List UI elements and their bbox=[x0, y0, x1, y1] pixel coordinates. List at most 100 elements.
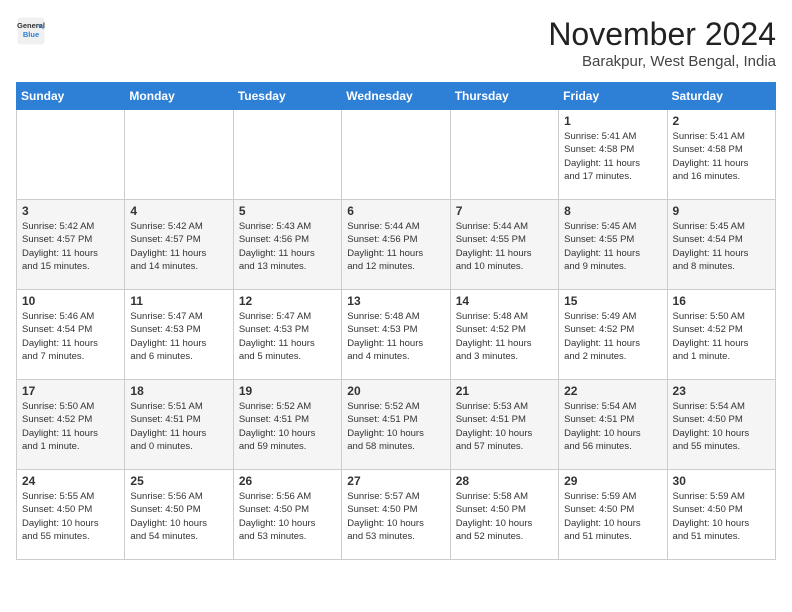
day-number: 2 bbox=[673, 114, 770, 128]
cell-content: Sunrise: 5:52 AMSunset: 4:51 PMDaylight:… bbox=[347, 400, 444, 453]
day-number: 5 bbox=[239, 204, 336, 218]
cell-content: Sunrise: 5:50 AMSunset: 4:52 PMDaylight:… bbox=[22, 400, 119, 453]
day-number: 24 bbox=[22, 474, 119, 488]
calendar-cell: 4Sunrise: 5:42 AMSunset: 4:57 PMDaylight… bbox=[125, 200, 233, 290]
calendar-cell: 14 Sunrise: 5:48 AMSunset: 4:52 PMDayligh… bbox=[450, 290, 558, 380]
calendar-cell: 13Sunrise: 5:48 AMSunset: 4:53 PMDayligh… bbox=[342, 290, 450, 380]
day-number: 17 bbox=[22, 384, 119, 398]
cell-content: Sunrise: 5:50 AMSunset: 4:52 PMDaylight:… bbox=[673, 310, 770, 363]
calendar-cell: 25 Sunrise: 5:56 AMSunset: 4:50 PMDayligh… bbox=[125, 470, 233, 560]
cell-content: Sunrise: 5:51 AMSunset: 4:51 PMDaylight:… bbox=[130, 400, 227, 453]
cell-content: Sunrise: 5:41 AMSunset: 4:58 PMDaylight:… bbox=[564, 130, 661, 183]
cell-content: Sunrise: 5:45 AMSunset: 4:54 PMDaylight:… bbox=[673, 220, 770, 273]
cell-content: Sunrise: 5:52 AMSunset: 4:51 PMDaylight:… bbox=[239, 400, 336, 453]
title-area: November 2024 Barakpur, West Bengal, Ind… bbox=[548, 16, 776, 70]
cell-content: Sunrise: 5:44 AMSunset: 4:56 PMDaylight:… bbox=[347, 220, 444, 273]
calendar-cell: 16 Sunrise: 5:50 AMSunset: 4:52 PMDayligh… bbox=[667, 290, 775, 380]
cell-content: Sunrise: 5:57 AMSunset: 4:50 PMDaylight:… bbox=[347, 490, 444, 543]
day-number: 7 bbox=[456, 204, 553, 218]
calendar-cell: 23Sunrise: 5:54 AMSunset: 4:50 PMDayligh… bbox=[667, 380, 775, 470]
calendar-table: SundayMondayTuesdayWednesdayThursdayFrid… bbox=[16, 82, 776, 560]
day-number: 1 bbox=[564, 114, 661, 128]
cell-content: Sunrise: 5:54 AMSunset: 4:50 PMDaylight:… bbox=[673, 400, 770, 453]
location: Barakpur, West Bengal, India bbox=[548, 53, 776, 70]
day-number: 19 bbox=[239, 384, 336, 398]
cell-content: Sunrise: 5:41 AMSunset: 4:58 PMDaylight:… bbox=[673, 130, 770, 183]
header: General Blue November 2024 Barakpur, Wes… bbox=[16, 16, 776, 70]
calendar-cell: 28Sunrise: 5:58 AMSunset: 4:50 PMDayligh… bbox=[450, 470, 558, 560]
month-title: November 2024 bbox=[548, 16, 776, 53]
cell-content: Sunrise: 5:42 AMSunset: 4:57 PMDaylight:… bbox=[22, 220, 119, 273]
cell-content: Sunrise: 5:56 AMSunset: 4:50 PMDaylight:… bbox=[239, 490, 336, 543]
cell-content: Sunrise: 5:49 AMSunset: 4:52 PMDaylight:… bbox=[564, 310, 661, 363]
day-number: 26 bbox=[239, 474, 336, 488]
day-number: 13 bbox=[347, 294, 444, 308]
day-number: 18 bbox=[130, 384, 227, 398]
calendar-cell: 7Sunrise: 5:44 AMSunset: 4:55 PMDaylight… bbox=[450, 200, 558, 290]
day-number: 25 bbox=[130, 474, 227, 488]
calendar-cell: 20 Sunrise: 5:52 AMSunset: 4:51 PMDayligh… bbox=[342, 380, 450, 470]
cell-content: Sunrise: 5:47 AMSunset: 4:53 PMDaylight:… bbox=[130, 310, 227, 363]
svg-text:General: General bbox=[17, 21, 45, 30]
calendar-cell: 17 Sunrise: 5:50 AMSunset: 4:52 PMDayligh… bbox=[17, 380, 125, 470]
calendar-cell: 22 Sunrise: 5:54 AMSunset: 4:51 PMDayligh… bbox=[559, 380, 667, 470]
calendar-cell: 5 Sunrise: 5:43 AMSunset: 4:56 PMDaylight… bbox=[233, 200, 341, 290]
calendar-body: 1 Sunrise: 5:41 AMSunset: 4:58 PMDaylight… bbox=[17, 110, 776, 560]
cell-content: Sunrise: 5:48 AMSunset: 4:52 PMDaylight:… bbox=[456, 310, 553, 363]
day-number: 30 bbox=[673, 474, 770, 488]
weekday-row: SundayMondayTuesdayWednesdayThursdayFrid… bbox=[17, 83, 776, 110]
cell-content: Sunrise: 5:47 AMSunset: 4:53 PMDaylight:… bbox=[239, 310, 336, 363]
calendar-week-row: 24 Sunrise: 5:55 AMSunset: 4:50 PMDayligh… bbox=[17, 470, 776, 560]
calendar-week-row: 17 Sunrise: 5:50 AMSunset: 4:52 PMDayligh… bbox=[17, 380, 776, 470]
calendar-header: SundayMondayTuesdayWednesdayThursdayFrid… bbox=[17, 83, 776, 110]
day-number: 9 bbox=[673, 204, 770, 218]
cell-content: Sunrise: 5:53 AMSunset: 4:51 PMDaylight:… bbox=[456, 400, 553, 453]
cell-content: Sunrise: 5:46 AMSunset: 4:54 PMDaylight:… bbox=[22, 310, 119, 363]
day-number: 16 bbox=[673, 294, 770, 308]
day-number: 8 bbox=[564, 204, 661, 218]
weekday-header: Tuesday bbox=[233, 83, 341, 110]
cell-content: Sunrise: 5:59 AMSunset: 4:50 PMDaylight:… bbox=[673, 490, 770, 543]
cell-content: Sunrise: 5:59 AMSunset: 4:50 PMDaylight:… bbox=[564, 490, 661, 543]
calendar-cell: 21Sunrise: 5:53 AMSunset: 4:51 PMDayligh… bbox=[450, 380, 558, 470]
weekday-header: Thursday bbox=[450, 83, 558, 110]
calendar-cell: 3 Sunrise: 5:42 AMSunset: 4:57 PMDaylight… bbox=[17, 200, 125, 290]
calendar-cell bbox=[342, 110, 450, 200]
calendar-cell: 29Sunrise: 5:59 AMSunset: 4:50 PMDayligh… bbox=[559, 470, 667, 560]
calendar-cell: 18 Sunrise: 5:51 AMSunset: 4:51 PMDayligh… bbox=[125, 380, 233, 470]
calendar-cell bbox=[125, 110, 233, 200]
cell-content: Sunrise: 5:43 AMSunset: 4:56 PMDaylight:… bbox=[239, 220, 336, 273]
day-number: 10 bbox=[22, 294, 119, 308]
day-number: 27 bbox=[347, 474, 444, 488]
svg-text:Blue: Blue bbox=[23, 30, 39, 39]
calendar-cell: 6 Sunrise: 5:44 AMSunset: 4:56 PMDaylight… bbox=[342, 200, 450, 290]
logo-icon: General Blue bbox=[16, 16, 46, 46]
cell-content: Sunrise: 5:45 AMSunset: 4:55 PMDaylight:… bbox=[564, 220, 661, 273]
cell-content: Sunrise: 5:54 AMSunset: 4:51 PMDaylight:… bbox=[564, 400, 661, 453]
calendar-cell: 10 Sunrise: 5:46 AMSunset: 4:54 PMDayligh… bbox=[17, 290, 125, 380]
weekday-header: Monday bbox=[125, 83, 233, 110]
weekday-header: Saturday bbox=[667, 83, 775, 110]
calendar-cell bbox=[450, 110, 558, 200]
weekday-header: Sunday bbox=[17, 83, 125, 110]
calendar-week-row: 1 Sunrise: 5:41 AMSunset: 4:58 PMDaylight… bbox=[17, 110, 776, 200]
calendar-cell: 8 Sunrise: 5:45 AMSunset: 4:55 PMDaylight… bbox=[559, 200, 667, 290]
weekday-header: Friday bbox=[559, 83, 667, 110]
day-number: 6 bbox=[347, 204, 444, 218]
day-number: 22 bbox=[564, 384, 661, 398]
day-number: 28 bbox=[456, 474, 553, 488]
day-number: 3 bbox=[22, 204, 119, 218]
day-number: 15 bbox=[564, 294, 661, 308]
calendar-cell: 26 Sunrise: 5:56 AMSunset: 4:50 PMDayligh… bbox=[233, 470, 341, 560]
cell-content: Sunrise: 5:42 AMSunset: 4:57 PMDaylight:… bbox=[130, 220, 227, 273]
logo: General Blue bbox=[16, 16, 46, 46]
calendar-cell: 15 Sunrise: 5:49 AMSunset: 4:52 PMDayligh… bbox=[559, 290, 667, 380]
day-number: 12 bbox=[239, 294, 336, 308]
day-number: 14 bbox=[456, 294, 553, 308]
day-number: 20 bbox=[347, 384, 444, 398]
cell-content: Sunrise: 5:55 AMSunset: 4:50 PMDaylight:… bbox=[22, 490, 119, 543]
weekday-header: Wednesday bbox=[342, 83, 450, 110]
day-number: 11 bbox=[130, 294, 227, 308]
cell-content: Sunrise: 5:56 AMSunset: 4:50 PMDaylight:… bbox=[130, 490, 227, 543]
calendar-cell: 27 Sunrise: 5:57 AMSunset: 4:50 PMDayligh… bbox=[342, 470, 450, 560]
